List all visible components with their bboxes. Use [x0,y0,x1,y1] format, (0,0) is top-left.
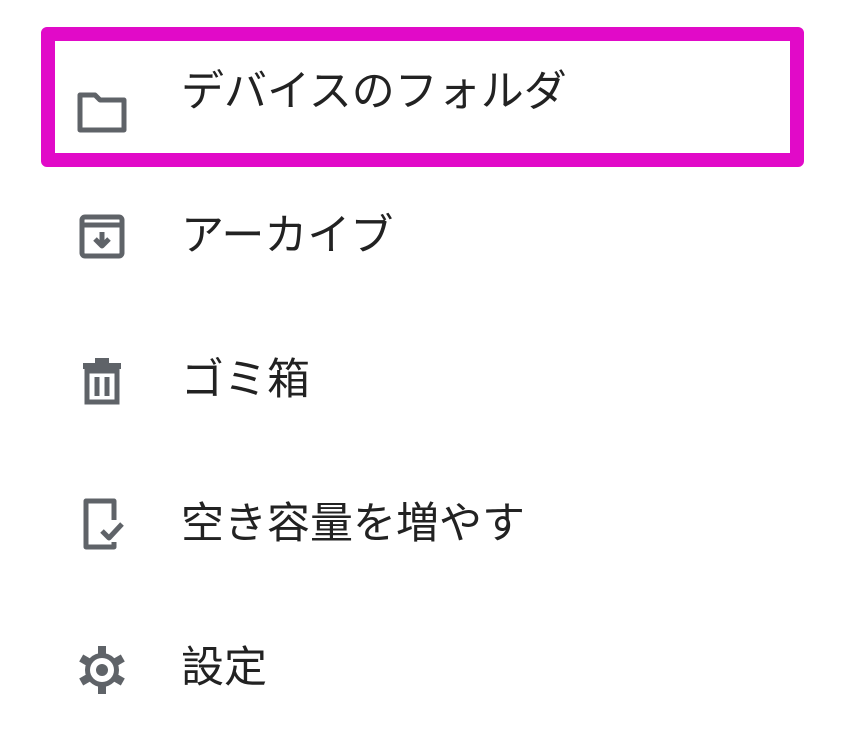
folder-icon [74,83,130,139]
menu-item-free-up-space[interactable]: 空き容量を増やす [0,452,864,592]
menu-item-label: ゴミ箱 [181,355,310,405]
menu-item-label: アーカイブ [181,211,394,261]
gear-icon [74,642,130,698]
menu-item-label: デバイスのフォルダ [181,67,567,117]
phone-check-icon [74,496,130,552]
trash-icon [74,352,130,408]
menu-item-archive[interactable]: アーカイブ [0,164,864,304]
menu-item-label: 設定 [181,643,267,693]
menu-item-settings[interactable]: 設定 [0,596,864,736]
navigation-menu: デバイスのフォルダ アーカイブ ゴミ箱 空き容量を増やす 設定 [0,0,864,726]
archive-icon [74,208,130,264]
menu-item-label: 空き容量を増やす [181,499,525,549]
menu-item-device-folders[interactable]: デバイスのフォルダ [0,20,864,160]
menu-item-trash[interactable]: ゴミ箱 [0,308,864,448]
